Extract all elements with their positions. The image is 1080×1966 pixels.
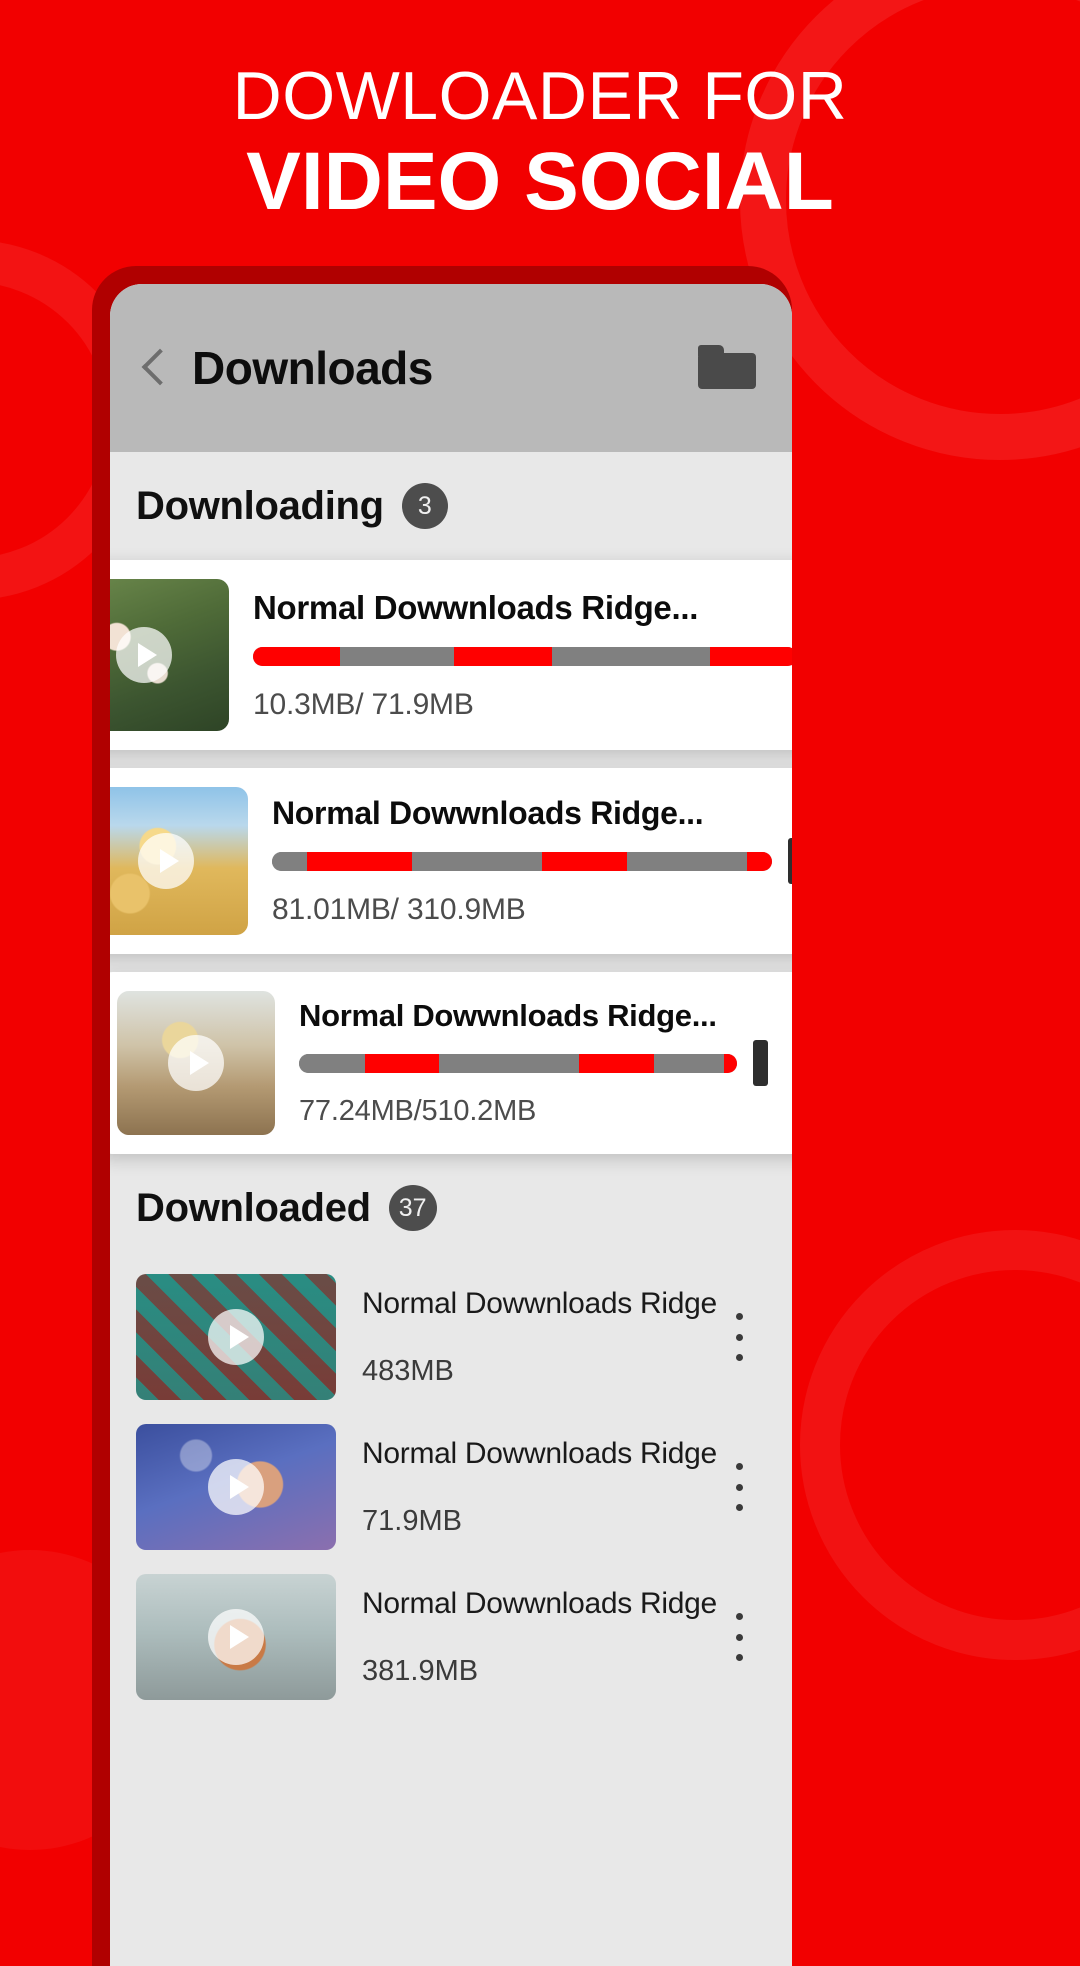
downloading-card-body: Normal Dowwnloads Ridge... 10.3MB/ 71.9M… (229, 589, 792, 722)
video-thumbnail[interactable] (136, 1274, 336, 1400)
video-thumbnail[interactable] (136, 1574, 336, 1700)
play-icon[interactable] (116, 627, 172, 683)
pause-bar-left (753, 1040, 768, 1086)
folder-icon[interactable] (698, 345, 758, 391)
progress-segment (747, 852, 772, 871)
progress-segment (653, 1054, 724, 1073)
progress-segment (579, 1054, 654, 1073)
kebab-dot (735, 1463, 743, 1470)
promo-headline: DOWLOADER FOR VIDEO SOCIAL (0, 62, 1080, 228)
play-icon[interactable] (168, 1035, 224, 1091)
headline-line-1: DOWLOADER FOR (232, 58, 848, 134)
progress-segment (253, 646, 341, 666)
progress-segment (412, 852, 542, 871)
folder-icon-body (698, 353, 756, 389)
downloading-item-title: Normal Dowwnloads Ridge... (272, 795, 704, 831)
play-icon[interactable] (138, 833, 194, 889)
downloaded-item-body: Normal Dowwnloads Ridge 1080p 483MB (336, 1287, 716, 1388)
kebab-dot (735, 1483, 743, 1491)
kebab-dot (735, 1613, 743, 1620)
kebab-dot (735, 1504, 743, 1511)
downloading-list: Normal Dowwnloads Ridge... 10.3MB/ 71.9M… (110, 560, 792, 1154)
downloading-card[interactable]: Normal Dowwnloads Ridge... 77.24MB/510.2… (110, 972, 792, 1154)
downloading-card-body: Normal Dowwnloads Ridge... 81.01MB/ 310.… (248, 795, 772, 927)
progress-segment (454, 646, 553, 666)
progress-segment (552, 646, 710, 666)
downloaded-item[interactable]: Normal Dowwnloads Ridge 1080p 381.9MB (110, 1562, 792, 1712)
video-thumbnail[interactable] (136, 1424, 336, 1550)
play-icon[interactable] (208, 1609, 264, 1665)
progress-segment (709, 646, 792, 666)
download-progress-bar (253, 646, 792, 666)
kebab-dot (735, 1313, 743, 1320)
downloaded-item-body: Normal Dowwnloads Ridge 1080p 381.9MB (336, 1587, 716, 1688)
downloading-count-badge: 3 (401, 483, 448, 529)
downloading-item-size: 10.3MB/ 71.9MB (253, 687, 474, 721)
progress-segment (272, 852, 307, 871)
downloaded-item-title: Normal Dowwnloads Ridge 1080p (362, 1586, 716, 1620)
pause-icon[interactable] (753, 1038, 792, 1088)
progress-segment (299, 1054, 365, 1073)
downloading-section-title: Downloading (136, 483, 384, 528)
kebab-dot (735, 1333, 743, 1341)
downloading-item-size: 77.24MB/510.2MB (299, 1095, 537, 1127)
progress-segment (627, 852, 747, 871)
downloading-item-size: 81.01MB/ 310.9MB (272, 893, 526, 926)
app-screen: Downloads Downloading 3 Normal Dowwnload… (110, 284, 792, 1966)
kebab-dot (735, 1354, 743, 1361)
downloaded-item-size: 381.9MB (362, 1654, 479, 1687)
progress-segment (439, 1054, 580, 1073)
downloaded-list: Normal Dowwnloads Ridge 1080p 483MB Norm… (110, 1262, 792, 1712)
downloading-card[interactable]: Normal Dowwnloads Ridge... 10.3MB/ 71.9M… (110, 560, 792, 750)
downloading-item-title: Normal Dowwnloads Ridge... (299, 998, 717, 1033)
kebab-dot (735, 1633, 743, 1641)
video-thumbnail[interactable] (110, 579, 229, 731)
play-icon[interactable] (208, 1309, 264, 1365)
progress-segment (542, 852, 627, 871)
downloading-card[interactable]: Normal Dowwnloads Ridge... 81.01MB/ 310.… (110, 768, 792, 954)
download-progress-bar (272, 852, 772, 871)
decorative-ring-bottom-right (800, 1230, 1080, 1660)
downloaded-item-title: Normal Dowwnloads Ridge 720p (362, 1436, 716, 1470)
more-vertical-icon[interactable] (716, 1457, 762, 1517)
downloaded-count-badge: 37 (388, 1185, 437, 1231)
download-progress-bar (299, 1054, 737, 1073)
progress-segment (723, 1054, 737, 1073)
downloaded-section-header: Downloaded 37 (110, 1154, 792, 1262)
downloaded-item[interactable]: Normal Dowwnloads Ridge 1080p 483MB (110, 1262, 792, 1412)
downloaded-item-title: Normal Dowwnloads Ridge 1080p (362, 1286, 716, 1320)
headline-line-2: VIDEO SOCIAL (246, 136, 834, 227)
page-title: Downloads (192, 342, 433, 394)
more-vertical-icon[interactable] (716, 1307, 762, 1367)
progress-segment (307, 852, 412, 871)
video-thumbnail[interactable] (117, 991, 275, 1135)
downloaded-section-title: Downloaded (136, 1185, 371, 1230)
chevron-left-icon[interactable] (134, 348, 174, 388)
downloaded-item-size: 71.9MB (362, 1504, 462, 1537)
downloaded-item-body: Normal Dowwnloads Ridge 720p 71.9MB (336, 1437, 716, 1538)
pause-icon[interactable] (788, 836, 792, 886)
pause-bar-left (788, 838, 792, 884)
progress-segment (340, 646, 455, 666)
downloaded-item[interactable]: Normal Dowwnloads Ridge 720p 71.9MB (110, 1412, 792, 1562)
downloading-item-title: Normal Dowwnloads Ridge... (253, 588, 699, 626)
kebab-dot (735, 1654, 743, 1661)
progress-segment (364, 1054, 440, 1073)
video-thumbnail[interactable] (110, 787, 248, 935)
phone-mockup: Downloads Downloading 3 Normal Dowwnload… (92, 266, 792, 1966)
downloading-section-header: Downloading 3 (110, 452, 792, 560)
app-bar: Downloads (110, 284, 792, 452)
more-vertical-icon[interactable] (716, 1607, 762, 1667)
downloading-card-body: Normal Dowwnloads Ridge... 77.24MB/510.2… (275, 998, 737, 1128)
play-icon[interactable] (208, 1459, 264, 1515)
downloaded-item-size: 483MB (362, 1354, 454, 1387)
